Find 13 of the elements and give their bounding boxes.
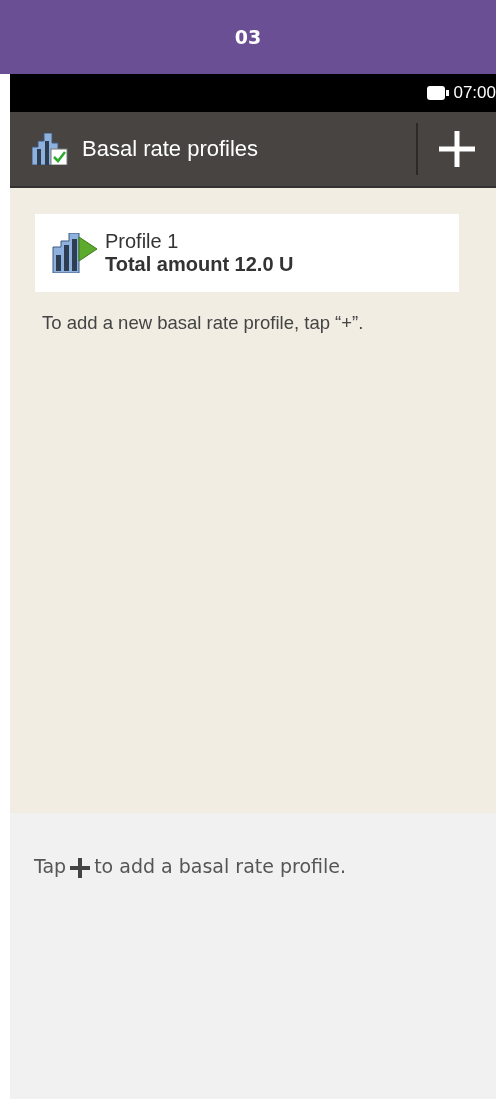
instruction-text: Tap xyxy=(34,855,67,877)
profile-item[interactable]: Profile 1 Total amount 12.0 U xyxy=(35,214,459,292)
profile-total: Total amount 12.0 U xyxy=(105,253,294,276)
plus-icon xyxy=(437,129,477,169)
hint-text: To add a new basal rate profile, tap “+”. xyxy=(42,312,365,334)
chart-check-icon xyxy=(32,133,68,165)
battery-icon xyxy=(427,86,450,100)
plus-icon xyxy=(70,858,91,878)
status-time: 07:00 xyxy=(453,83,496,103)
profile-name: Profile 1 xyxy=(105,230,180,253)
instruction-text: to add a basal rate profile. xyxy=(94,855,347,877)
step-number: 03 xyxy=(234,26,262,48)
screen-title: Basal rate profiles xyxy=(82,136,260,162)
